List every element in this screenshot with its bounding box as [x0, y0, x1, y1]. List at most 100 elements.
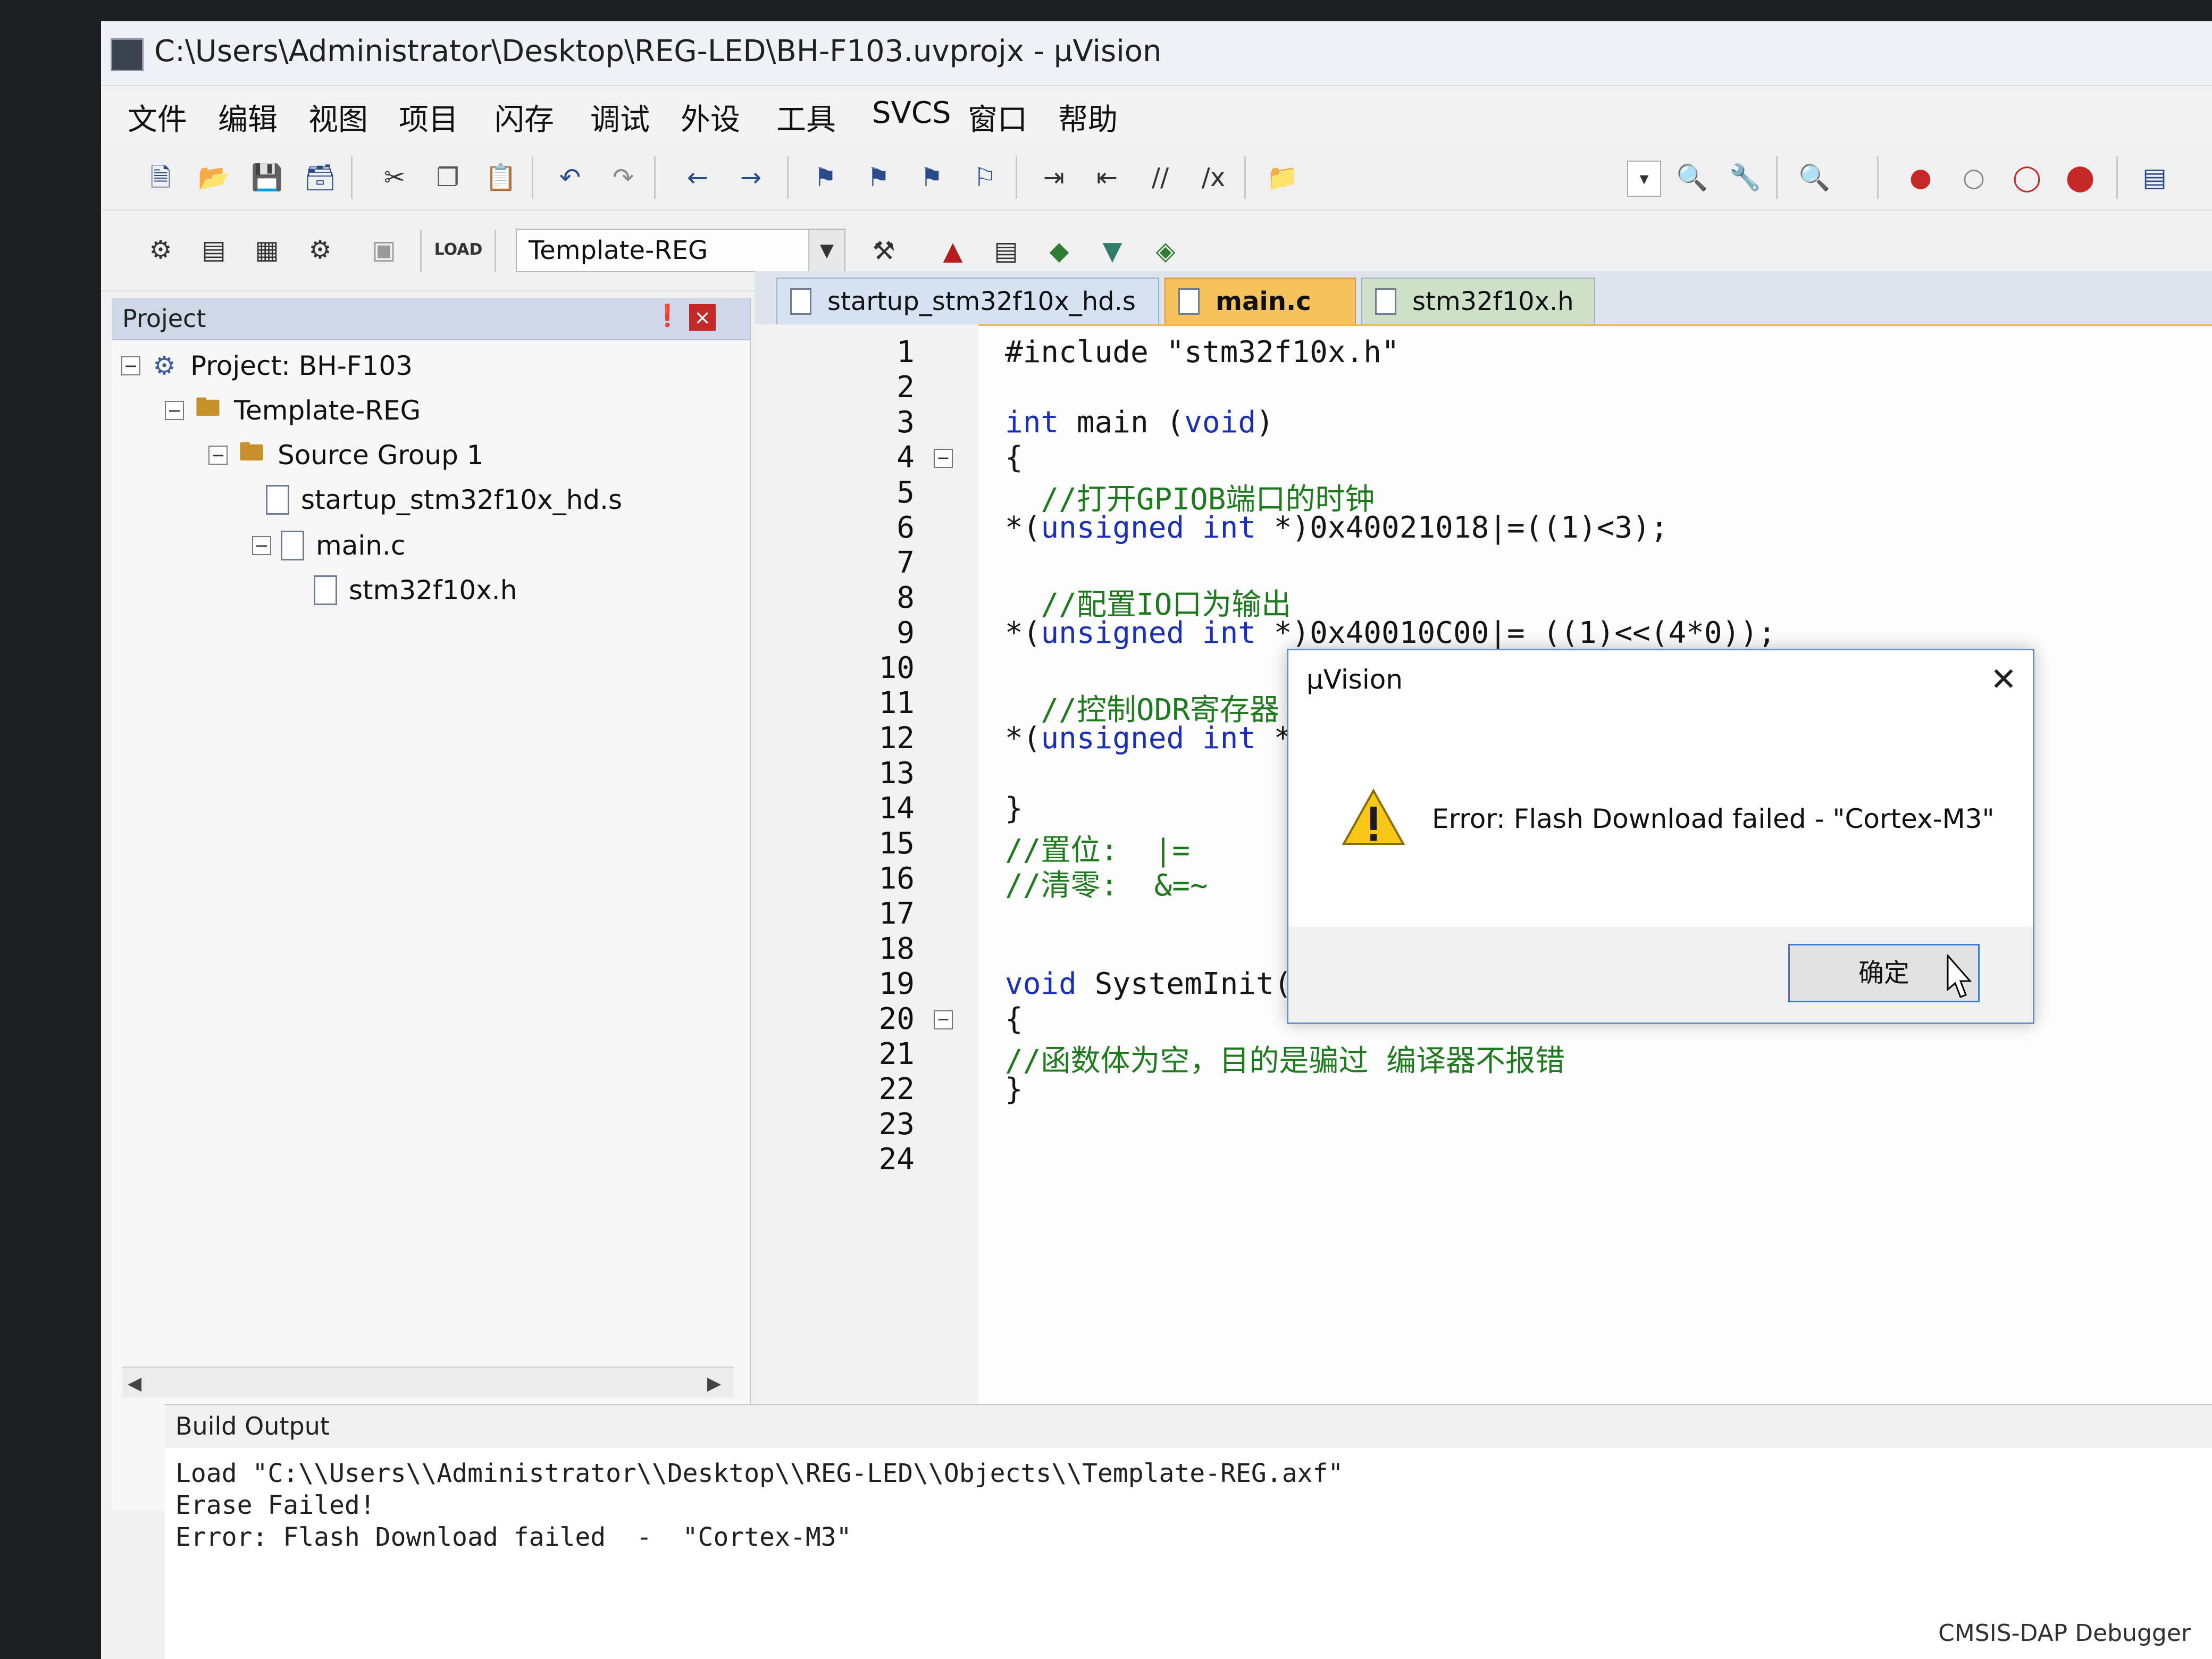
enable-breakpoint-icon[interactable]: ○: [1957, 161, 1991, 195]
close-icon[interactable]: ✕: [1985, 661, 2022, 698]
collapse-icon[interactable]: −: [252, 536, 271, 555]
save-all-icon[interactable]: 🗃: [303, 161, 337, 195]
code-line[interactable]: {: [1005, 440, 1023, 475]
target-options-icon[interactable]: ⚒: [867, 234, 901, 268]
window-title: C:\Users\Administrator\Desktop\REG-LED\B…: [154, 34, 1162, 69]
tree-item-source-group[interactable]: − 🖿 Source Group 1: [208, 434, 484, 476]
save-icon[interactable]: 💾: [250, 161, 284, 195]
line-number: 14: [878, 791, 915, 826]
tree-item-main-c[interactable]: − main.c: [252, 524, 405, 567]
open-folder-icon[interactable]: 📂: [197, 161, 231, 195]
stop-build-icon[interactable]: ▣: [367, 233, 401, 267]
menu-edit[interactable]: 编辑: [218, 96, 278, 139]
select-pack-icon[interactable]: ◆: [1042, 234, 1076, 268]
close-icon[interactable]: ×: [689, 304, 716, 331]
collapse-icon[interactable]: −: [208, 446, 228, 465]
tree-item-project[interactable]: − ⚙ Project: BH-F103: [121, 345, 413, 387]
tree-item-target[interactable]: − 🖿 Template-REG: [165, 389, 421, 432]
menu-tools[interactable]: 工具: [776, 96, 836, 139]
nav-back-icon[interactable]: ←: [681, 161, 715, 195]
code-line[interactable]: #include "stm32f10x.h": [1005, 335, 1400, 370]
menu-debug[interactable]: 调试: [590, 96, 650, 139]
prev-bookmark-icon[interactable]: ⚑: [861, 161, 895, 195]
next-bookmark-icon[interactable]: ⚑: [915, 161, 949, 195]
file-icon: [1178, 288, 1200, 315]
scroll-left-icon[interactable]: ◀: [128, 1373, 141, 1394]
menu-view[interactable]: 视图: [308, 96, 368, 139]
comment-icon[interactable]: //: [1143, 161, 1177, 195]
line-number: 19: [878, 967, 915, 1001]
pack-installer-icon[interactable]: ▼: [1095, 234, 1129, 268]
window-layout-icon[interactable]: ▤: [2138, 161, 2172, 195]
insert-breakpoint-icon[interactable]: ●: [1904, 161, 1938, 195]
build-icon[interactable]: ▤: [197, 233, 231, 267]
menu-file[interactable]: 文件: [128, 96, 187, 139]
chevron-down-icon[interactable]: ▼: [808, 230, 844, 271]
new-file-icon[interactable]: 🗎: [144, 161, 178, 195]
uncomment-icon[interactable]: /x: [1196, 161, 1230, 195]
tree-item-header-file[interactable]: stm32f10x.h: [314, 569, 517, 611]
dialog-title: µVision: [1306, 664, 1403, 695]
fold-toggle-icon[interactable]: −: [934, 1010, 953, 1029]
load-download-icon[interactable]: LOAD: [434, 233, 483, 267]
nav-forward-icon[interactable]: →: [734, 161, 768, 195]
scroll-right-icon[interactable]: ▶: [707, 1373, 721, 1394]
copy-icon[interactable]: ❐: [431, 161, 465, 195]
menu-svcs[interactable]: SVCS: [872, 96, 951, 130]
tree-item-startup-file[interactable]: startup_stm32f10x_hd.s: [266, 479, 622, 521]
code-line[interactable]: {: [1005, 1002, 1023, 1036]
target-folder-icon: 🖿: [195, 392, 221, 422]
bookmark-icon[interactable]: ⚑: [808, 161, 842, 195]
line-number-gutter: 1 2 3 4 5 6 7 8 9 10 11 12 13 14 15 16 1…: [755, 324, 978, 1409]
code-line[interactable]: int main (void): [1005, 405, 1274, 440]
disable-breakpoints-icon[interactable]: ◯: [2010, 161, 2044, 195]
unindent-icon[interactable]: ⇤: [1090, 161, 1124, 195]
code-line[interactable]: //清零: &=~: [1005, 861, 1208, 904]
indent-icon[interactable]: ⇥: [1037, 161, 1071, 195]
clear-bookmarks-icon[interactable]: ⚐: [968, 161, 1002, 195]
code-line[interactable]: *(unsigned int *)0x40021018|=((1)<3);: [1005, 510, 1668, 545]
collapse-icon[interactable]: −: [121, 356, 140, 375]
paste-icon[interactable]: 📋: [484, 161, 518, 195]
line-number: 17: [878, 896, 915, 931]
menu-peripherals[interactable]: 外设: [681, 96, 740, 139]
fold-toggle-icon[interactable]: −: [934, 449, 953, 468]
menu-window[interactable]: 窗口: [968, 96, 1027, 139]
code-line[interactable]: }: [1005, 1072, 1023, 1107]
debug-session-icon[interactable]: 🔧: [1728, 161, 1762, 195]
start-debug-icon[interactable]: 🔍: [1797, 161, 1831, 195]
cut-icon[interactable]: ✂: [378, 161, 412, 195]
translate-icon[interactable]: ⚙: [144, 233, 178, 267]
batch-build-icon[interactable]: ⚙: [303, 233, 337, 267]
undo-icon[interactable]: ↶: [553, 161, 587, 195]
menu-flash[interactable]: 闪存: [495, 96, 554, 139]
file-icon: [281, 531, 304, 560]
target-select[interactable]: Template-REG ▼: [516, 229, 845, 272]
code-line[interactable]: }: [1005, 791, 1023, 826]
debugger-status: CMSIS-DAP Debugger: [1938, 1620, 2191, 1647]
code-line[interactable]: *(unsigned int *)0x40010C00|= ((1)<<(4*0…: [1005, 616, 1776, 650]
find-dropdown-icon[interactable]: ▾: [1627, 161, 1661, 197]
manage-components-icon[interactable]: ▤: [989, 234, 1023, 268]
tab-main-c[interactable]: main.c: [1164, 278, 1356, 324]
redo-icon[interactable]: ↷: [606, 161, 640, 195]
rebuild-icon[interactable]: ▦: [250, 233, 284, 267]
menu-help[interactable]: 帮助: [1058, 96, 1118, 139]
menu-project[interactable]: 项目: [399, 96, 458, 139]
find-in-files-icon[interactable]: 📁: [1266, 161, 1300, 195]
tab-header-file[interactable]: stm32f10x.h: [1361, 278, 1595, 324]
project-horizontal-scrollbar[interactable]: ◀ ▶: [122, 1367, 734, 1397]
code-line[interactable]: //函数体为空，目的是骗过 编译器不报错: [1005, 1037, 1565, 1080]
output-line: Erase Failed!: [175, 1490, 375, 1520]
pin-icon[interactable]: ❗: [654, 303, 681, 330]
line-number: 18: [878, 932, 915, 966]
file-toolbar: 🗎 📂 💾 🗃 ✂ ❐ 📋 ↶ ↷ ← → ⚑ ⚑ ⚑ ⚐ ⇥ ⇤ // /x …: [101, 146, 2212, 211]
line-number: 6: [896, 510, 915, 545]
collapse-icon[interactable]: −: [165, 401, 184, 420]
tab-startup-file[interactable]: startup_stm32f10x_hd.s: [776, 278, 1159, 324]
incremental-find-icon[interactable]: 🔍: [1675, 161, 1709, 195]
kill-breakpoints-icon[interactable]: ⬤: [2063, 161, 2097, 195]
manage-project-icon[interactable]: ▲: [936, 234, 970, 268]
line-number: 8: [896, 581, 915, 615]
run-time-env-icon[interactable]: ◈: [1149, 234, 1183, 268]
